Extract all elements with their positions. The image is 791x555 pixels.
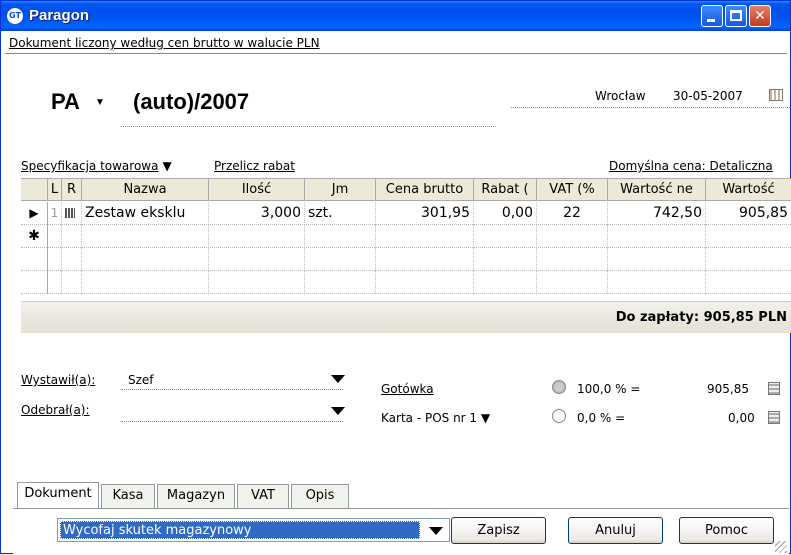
title-bar[interactable]: GT Paragon ✕ (1, 1, 790, 31)
new-row[interactable]: ✱ (21, 225, 791, 248)
action-combobox-value: Wycofaj skutek magazynowy (60, 521, 420, 539)
minimize-button[interactable] (701, 5, 723, 27)
cell-net[interactable]: 742,50 (608, 202, 706, 225)
calendar-icon[interactable] (769, 89, 783, 101)
info-bar-text[interactable]: Dokument liczony według cen brutto w wal… (9, 36, 320, 50)
received-by-underline (121, 421, 343, 422)
issued-by-underline (121, 389, 343, 390)
received-by-label: Odebrał(a): (21, 403, 90, 417)
grid-col-name[interactable]: Nazwa (82, 179, 209, 201)
cell-name[interactable]: Zestaw eksklu (82, 202, 209, 225)
grid-header: L R Nazwa Ilość Jm Cena brutto Rabat ( V… (21, 179, 791, 201)
place-date-underline (511, 107, 790, 108)
payment-card-radio[interactable] (552, 409, 566, 423)
recalc-discount-link[interactable]: Przelicz rabat (214, 159, 295, 173)
tab-strip: Dokument Kasa Magazyn VAT Opis (13, 482, 789, 509)
payment-cash-percent[interactable]: 100,0 % = (577, 382, 640, 396)
issued-by-value[interactable]: Szef (128, 373, 154, 387)
payment-cash-amount: 905,85 (707, 382, 749, 396)
chevron-down-icon[interactable] (429, 527, 443, 535)
cell-qty[interactable]: 3,000 (209, 202, 305, 225)
total-to-pay: Do zapłaty: 905,85 PLN (615, 310, 787, 325)
spec-label: Specyfikacja towarowa (21, 159, 159, 173)
minimize-icon (707, 19, 715, 22)
document-number-underline (121, 126, 496, 127)
tab-dokument[interactable]: Dokument (17, 482, 99, 509)
window-title: Paragon (29, 7, 90, 24)
chevron-down-icon[interactable]: ▼ (95, 97, 105, 108)
grid-col-net[interactable]: Wartość ne (608, 179, 706, 201)
cancel-button[interactable]: Anuluj (568, 517, 663, 544)
close-button[interactable]: ✕ (749, 5, 771, 27)
calculator-icon[interactable] (768, 411, 780, 424)
grid-col-qty[interactable]: Ilość (209, 179, 305, 201)
document-place[interactable]: Wrocław (595, 89, 646, 103)
cell-discount[interactable]: 0,00 (474, 202, 537, 225)
help-button[interactable]: Pomoc (679, 517, 774, 544)
payment-card-label: Karta - POS nr 1 (381, 411, 478, 425)
cell-price[interactable]: 301,95 (376, 202, 474, 225)
grid-col-price[interactable]: Cena brutto (376, 179, 474, 201)
tab-kasa[interactable]: Kasa (101, 484, 155, 508)
cell-unit[interactable]: szt. (305, 202, 376, 225)
issued-by-label: Wystawił(a): (21, 373, 96, 387)
product-type-icon (62, 202, 82, 225)
payment-cash-label[interactable]: Gotówka (381, 382, 434, 396)
bottom-panel: Wycofaj skutek magazynowy Zapisz Anuluj … (13, 508, 789, 555)
maximize-icon (730, 10, 742, 21)
default-price-link[interactable]: Domyślna cena: Detaliczna (609, 159, 773, 173)
calculator-icon[interactable] (768, 382, 780, 395)
empty-row (21, 248, 791, 271)
issued-by-dropdown-icon[interactable] (331, 375, 345, 383)
document-number[interactable]: (auto)/2007 (133, 89, 249, 115)
document-date[interactable]: 30-05-2007 (673, 89, 743, 103)
payment-card-percent[interactable]: 0,0 % = (577, 411, 625, 425)
cell-lp: 1 (48, 202, 62, 225)
chevron-down-icon: ▼ (162, 159, 172, 173)
grid-col-vat[interactable]: VAT (% (537, 179, 608, 201)
maximize-button[interactable] (725, 5, 747, 27)
new-row-marker: ✱ (21, 225, 48, 248)
cell-vat[interactable]: 22 (537, 202, 608, 225)
grid-col-gross[interactable]: Wartość (706, 179, 791, 201)
grid-col-r[interactable]: R (62, 179, 82, 201)
payment-card-dropdown[interactable]: Karta - POS nr 1 ▼ (381, 411, 490, 425)
cell-gross[interactable]: 905,85 (706, 202, 791, 225)
document-prefix[interactable]: PA ▼ (51, 89, 105, 115)
chevron-down-icon: ▼ (480, 411, 491, 425)
action-combobox[interactable]: Wycofaj skutek magazynowy (57, 518, 450, 542)
paragon-window: GT Paragon ✕ Dokument liczony według cen… (0, 0, 791, 555)
grid-col-unit[interactable]: Jm (305, 179, 376, 201)
empty-row (21, 271, 791, 294)
grid-col-l[interactable]: L (48, 179, 62, 201)
payment-card-amount: 0,00 (728, 411, 755, 425)
document-prefix-label: PA (51, 89, 80, 114)
close-icon: ✕ (754, 8, 766, 24)
tab-magazyn[interactable]: Magazyn (157, 484, 235, 508)
save-button[interactable]: Zapisz (451, 517, 546, 544)
received-by-dropdown-icon[interactable] (331, 407, 345, 415)
total-bar: Do zapłaty: 905,85 PLN (21, 301, 791, 333)
items-grid[interactable]: L R Nazwa Ilość Jm Cena brutto Rabat ( V… (21, 178, 791, 311)
table-row[interactable]: ▶ 1 Zestaw eksklu 3,000 szt. 301,95 0,00… (21, 202, 791, 225)
app-icon: GT (7, 8, 23, 24)
grid-col-discount[interactable]: Rabat ( (474, 179, 537, 201)
info-bar: Dokument liczony według cen brutto w wal… (5, 34, 787, 54)
tab-opis[interactable]: Opis (291, 484, 349, 508)
current-row-marker: ▶ (21, 202, 48, 225)
spec-dropdown[interactable]: Specyfikacja towarowa ▼ (21, 159, 172, 173)
payment-cash-radio[interactable] (552, 380, 566, 394)
resize-grip-icon[interactable] (775, 541, 787, 553)
grid-header-gutter (21, 179, 48, 201)
tab-vat[interactable]: VAT (237, 484, 289, 508)
